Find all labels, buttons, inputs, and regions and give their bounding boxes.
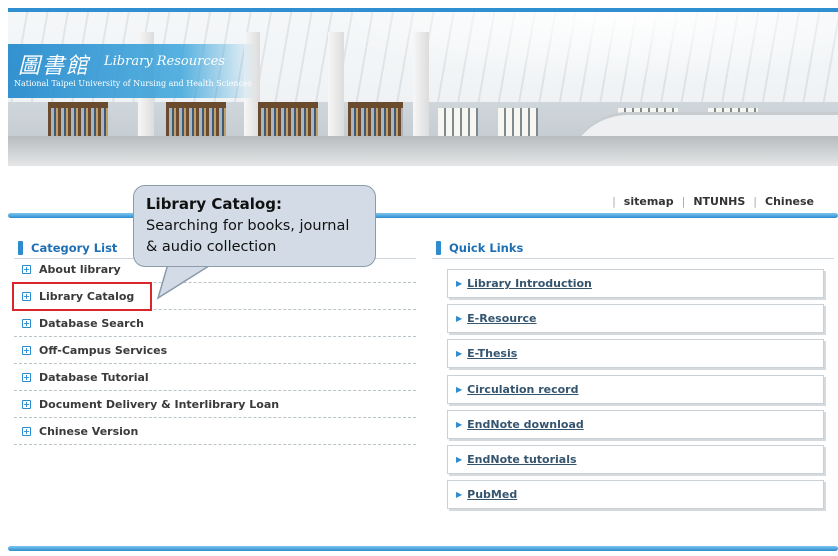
highlight-box-library-catalog xyxy=(12,282,152,311)
category-item-label: Database Tutorial xyxy=(39,370,149,384)
callout-line-1: Searching for books, journal xyxy=(146,218,350,234)
triangle-right-icon: ▶ xyxy=(456,314,463,324)
plus-box-icon: + xyxy=(22,318,31,328)
banner-floor xyxy=(8,136,838,166)
plus-box-icon: + xyxy=(22,372,31,382)
banner-title: Library Resources xyxy=(104,54,225,69)
category-item-chinese-version[interactable]: + Chinese Version xyxy=(14,418,416,445)
banner-title-band: 圖書館 Library Resources National Taipei Un… xyxy=(8,44,256,98)
callout-pointer-mask xyxy=(162,262,222,266)
quick-link-e-resource[interactable]: ▶ E-Resource xyxy=(447,304,824,334)
banner-light xyxy=(308,12,838,82)
category-item-database-search[interactable]: + Database Search xyxy=(14,310,416,337)
quick-links-title: Quick Links xyxy=(449,241,524,255)
category-item-label: About library xyxy=(39,262,121,276)
category-list-header: Category List xyxy=(18,241,117,255)
category-item-off-campus-services[interactable]: + Off-Campus Services xyxy=(14,337,416,364)
quick-links-list: ▶ Library Introduction ▶ E-Resource ▶ E-… xyxy=(447,269,824,515)
header-banner: 圖書館 Library Resources National Taipei Un… xyxy=(8,8,838,166)
bottom-divider xyxy=(8,546,838,551)
triangle-right-icon: ▶ xyxy=(456,490,463,500)
quick-link-label: Circulation record xyxy=(467,382,579,396)
quick-links-header: Quick Links xyxy=(436,241,523,255)
triangle-right-icon: ▶ xyxy=(456,454,463,464)
category-item-label: Document Delivery & Interlibrary Loan xyxy=(39,397,280,411)
banner-window xyxy=(438,108,478,136)
banner-logo-chars: 圖書館 xyxy=(18,54,91,79)
quick-links-underline xyxy=(432,258,834,259)
top-nav: | sitemap | NTUNHS | Chinese xyxy=(612,195,814,208)
triangle-right-icon: ▶ xyxy=(456,384,463,394)
category-item-document-delivery[interactable]: + Document Delivery & Interlibrary Loan xyxy=(14,391,416,418)
category-item-database-tutorial[interactable]: + Database Tutorial xyxy=(14,364,416,391)
quick-link-circulation-record[interactable]: ▶ Circulation record xyxy=(447,374,824,404)
header-bar-icon xyxy=(436,241,441,255)
quick-link-endnote-tutorials[interactable]: ▶ EndNote tutorials xyxy=(447,444,824,474)
nav-sitemap-link[interactable]: sitemap xyxy=(616,195,682,208)
banner-window xyxy=(498,108,538,136)
plus-box-icon: + xyxy=(22,264,31,274)
triangle-right-icon: ▶ xyxy=(456,349,463,359)
callout-bubble: Library Catalog: Searching for books, jo… xyxy=(133,185,376,267)
quick-link-library-introduction[interactable]: ▶ Library Introduction xyxy=(447,269,824,298)
header-bar-icon xyxy=(18,241,23,255)
quick-link-label: EndNote download xyxy=(467,417,584,431)
plus-box-icon: + xyxy=(22,426,31,436)
plus-box-icon: + xyxy=(22,345,31,355)
quick-link-pubmed[interactable]: ▶ PubMed xyxy=(447,480,824,510)
triangle-right-icon: ▶ xyxy=(456,279,463,288)
quick-link-label: PubMed xyxy=(467,488,518,502)
quick-link-endnote-download[interactable]: ▶ EndNote download xyxy=(447,409,824,439)
category-item-label: Database Search xyxy=(39,316,144,330)
triangle-right-icon: ▶ xyxy=(456,419,463,429)
quick-link-e-thesis[interactable]: ▶ E-Thesis xyxy=(447,339,824,369)
callout-line-2: & audio collection xyxy=(146,239,277,255)
quick-link-label: E-Thesis xyxy=(467,347,518,361)
plus-box-icon: + xyxy=(22,399,31,409)
quick-link-label: Library Introduction xyxy=(467,277,592,290)
category-item-label: Chinese Version xyxy=(39,424,139,438)
callout-heading: Library Catalog: xyxy=(146,195,282,213)
quick-link-label: E-Resource xyxy=(467,312,537,326)
nav-ntunhs-link[interactable]: NTUNHS xyxy=(685,195,753,208)
nav-chinese-link[interactable]: Chinese xyxy=(757,195,814,208)
quick-link-label: EndNote tutorials xyxy=(467,452,577,466)
banner-subtitle: National Taipei University of Nursing an… xyxy=(14,79,252,88)
category-item-label: Off-Campus Services xyxy=(39,343,168,357)
category-list-title: Category List xyxy=(31,241,118,255)
